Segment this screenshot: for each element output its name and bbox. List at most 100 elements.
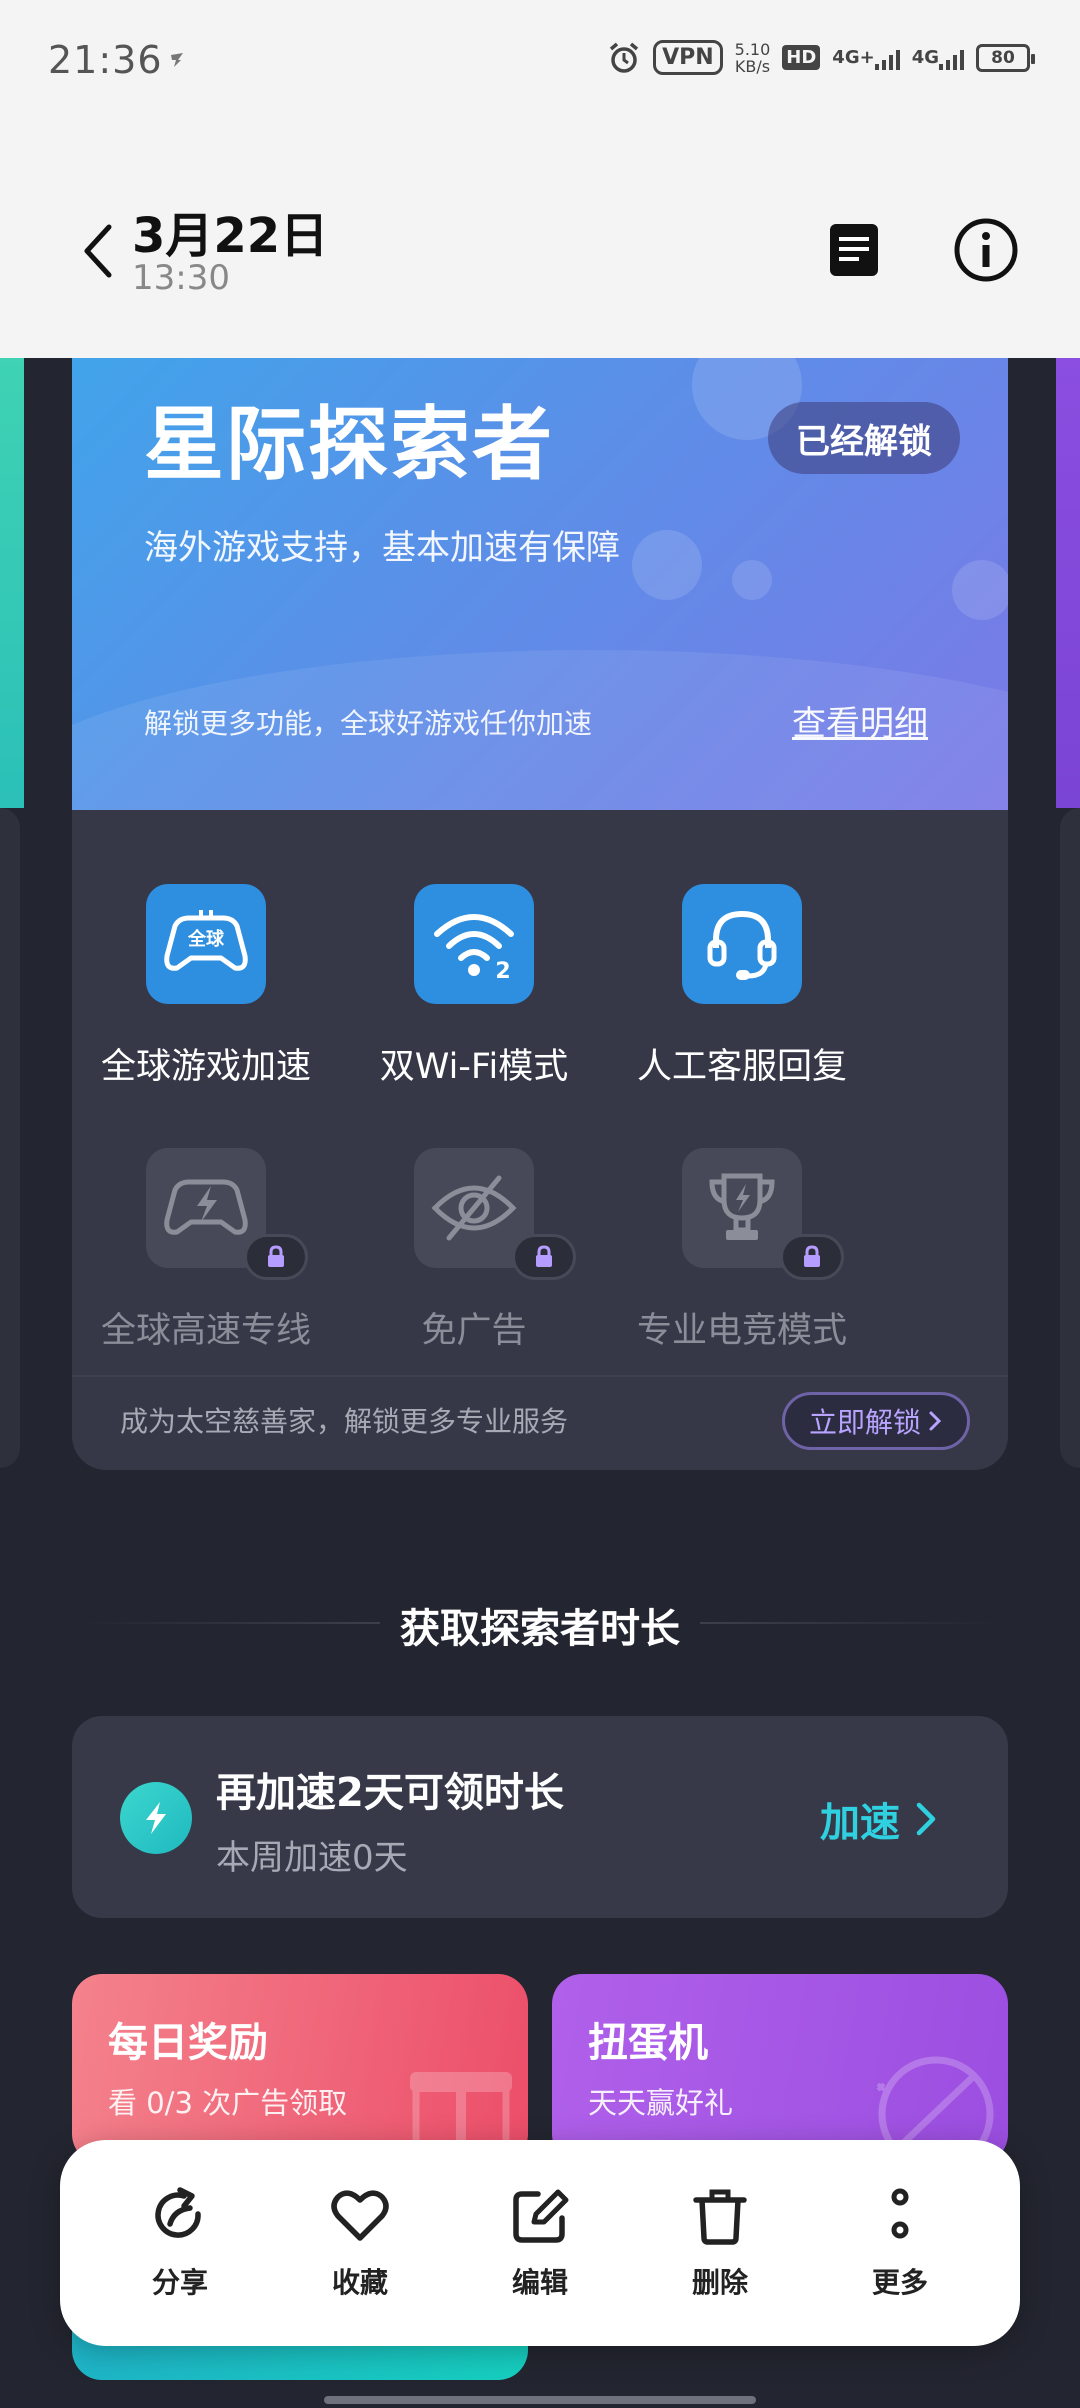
chevron-right-icon: [916, 1802, 936, 1836]
battery-icon: 80: [976, 43, 1035, 72]
trophy-icon: [682, 1148, 844, 1280]
feature-customer-service[interactable]: 人工客服回复: [608, 884, 876, 1089]
next-card-body-peek: [1060, 808, 1080, 1468]
unlock-now-label: 立即解锁: [808, 1406, 921, 1439]
delete-button[interactable]: 删除: [650, 2185, 790, 2301]
share-button[interactable]: 分享: [110, 2185, 250, 2301]
gamepad-global-icon: 全球: [146, 884, 266, 1004]
gift-icon: [410, 2072, 512, 2154]
share-icon: [149, 2185, 211, 2247]
section-header: 获取探索者时长: [72, 1592, 1008, 1652]
action-label: 编辑: [511, 2266, 568, 2299]
membership-unlock-text: 解锁更多功能，全球好游戏任你加速: [144, 707, 593, 740]
signal-bars-1-icon: [874, 46, 900, 70]
speed-unit: KB/s: [734, 56, 771, 76]
gamepad-global-label: 全球: [187, 928, 225, 950]
heart-icon: [329, 2185, 391, 2247]
title-bar: 3月22日 13:30: [0, 190, 1080, 310]
unlocked-badge: 已经解锁: [768, 402, 960, 474]
feature-label: 双Wi-Fi模式: [379, 1047, 569, 1087]
feature-no-ads[interactable]: 免广告: [340, 1148, 608, 1353]
gamepad-lightning-icon: [146, 1148, 308, 1280]
membership-title: 星际探索者: [144, 398, 554, 491]
prev-card-body-peek: [0, 808, 20, 1468]
section-title: 获取探索者时长: [400, 1606, 680, 1652]
info-icon: [954, 218, 1018, 282]
feature-esports-mode[interactable]: 专业电竞模式: [608, 1148, 876, 1353]
feature-global-express-line[interactable]: 全球高速专线: [72, 1148, 340, 1353]
lightning-icon: [120, 1782, 192, 1854]
edit-button[interactable]: 编辑: [470, 2185, 610, 2301]
task-subtitle: 本周加速0天: [216, 1838, 408, 1878]
status-time: 21:36: [48, 38, 163, 82]
favorite-button[interactable]: 收藏: [290, 2185, 430, 2301]
feature-global-acceleration[interactable]: 全球 全球游戏加速: [72, 884, 340, 1089]
hd-badge: HD: [782, 45, 821, 70]
membership-banner: 星际探索者 已经解锁 海外游戏支持，基本加速有保障 解锁更多功能，全球好游戏任你…: [72, 320, 1008, 810]
accelerate-label: 加速: [820, 1800, 900, 1846]
action-label: 更多: [871, 2266, 928, 2299]
gacha-machine-card[interactable]: 扭蛋机 天天赢好礼: [552, 1974, 1008, 2164]
more-button[interactable]: 更多: [830, 2185, 970, 2301]
alarm-icon: [607, 41, 641, 75]
more-vertical-icon: [869, 2185, 931, 2247]
status-bar: 21:36 VPN 5.10 KB/s HD 4G+ 4G 80: [0, 0, 1080, 120]
bottom-action-bar: 分享 收藏 编辑 删除 更多: [60, 2140, 1020, 2346]
home-indicator[interactable]: [324, 2396, 756, 2404]
feature-label: 专业电竞模式: [636, 1311, 847, 1351]
action-label: 删除: [691, 2266, 748, 2299]
prev-card-peek[interactable]: [0, 358, 24, 808]
accelerate-button[interactable]: 加速: [820, 1790, 938, 1848]
wifi-dual-icon: 2: [414, 884, 534, 1004]
network-speed: 5.10 KB/s: [735, 41, 771, 75]
headset-icon: [682, 884, 802, 1004]
notification-icon: [168, 50, 188, 76]
notes-button[interactable]: [822, 218, 886, 282]
promo-title: 每日奖励: [108, 2020, 268, 2066]
task-title: 再加速2天可领时长: [216, 1770, 564, 1816]
signal-1: 4G+: [832, 46, 900, 70]
page-title-time: 13:30: [132, 258, 230, 298]
action-label: 收藏: [331, 2266, 388, 2299]
status-icons: VPN 5.10 KB/s HD 4G+ 4G 80: [607, 40, 1035, 75]
card-divider: [72, 1375, 1008, 1377]
back-arrow-icon: [84, 224, 112, 278]
decor-bubble: [632, 530, 702, 600]
upgrade-prompt-text: 成为太空慈善家，解锁更多专业服务: [120, 1405, 569, 1438]
feature-label: 人工客服回复: [636, 1047, 847, 1087]
next-card-peek[interactable]: [1056, 358, 1080, 808]
chevron-right-icon: [929, 1411, 942, 1431]
lock-icon: [244, 1234, 308, 1280]
top-chrome: 21:36 VPN 5.10 KB/s HD 4G+ 4G 80 3月22日 1…: [0, 0, 1080, 358]
promo-subtitle: 看 0/3 次广告领取: [108, 2086, 348, 2120]
wifi-dual-number: 2: [495, 959, 510, 984]
notes-icon: [830, 224, 878, 276]
vpn-badge: VPN: [653, 40, 723, 75]
acceleration-task-card[interactable]: 再加速2天可领时长 本周加速0天 加速: [72, 1716, 1008, 1918]
back-button[interactable]: [72, 216, 122, 286]
lock-icon: [512, 1234, 576, 1280]
info-button[interactable]: [952, 216, 1020, 284]
eye-off-icon: [414, 1148, 576, 1280]
action-label: 分享: [151, 2266, 208, 2299]
lock-icon: [780, 1234, 844, 1280]
membership-subtitle: 海外游戏支持，基本加速有保障: [144, 528, 620, 568]
view-details-link[interactable]: 查看明细: [792, 696, 928, 745]
feature-label: 全球游戏加速: [100, 1047, 311, 1087]
unlock-now-button[interactable]: 立即解锁: [782, 1392, 970, 1450]
net-type-1: 4G+: [832, 47, 875, 68]
daily-reward-card[interactable]: 每日奖励 看 0/3 次广告领取: [72, 1974, 528, 2164]
net-type-2: 4G: [911, 47, 939, 68]
promo-title: 扭蛋机: [588, 2020, 708, 2066]
feature-label: 全球高速专线: [100, 1311, 311, 1351]
edit-icon: [509, 2185, 571, 2247]
signal-2: 4G: [912, 46, 964, 70]
promo-subtitle: 天天赢好礼: [588, 2086, 734, 2120]
signal-bars-2-icon: [939, 46, 964, 70]
feature-dual-wifi[interactable]: 2 双Wi-Fi模式: [340, 884, 608, 1089]
decor-bubble: [952, 560, 1008, 620]
trash-icon: [689, 2185, 751, 2247]
decor-bubble: [732, 560, 772, 600]
page-title-date: 3月22日: [132, 208, 329, 264]
feature-label: 免广告: [421, 1311, 527, 1351]
